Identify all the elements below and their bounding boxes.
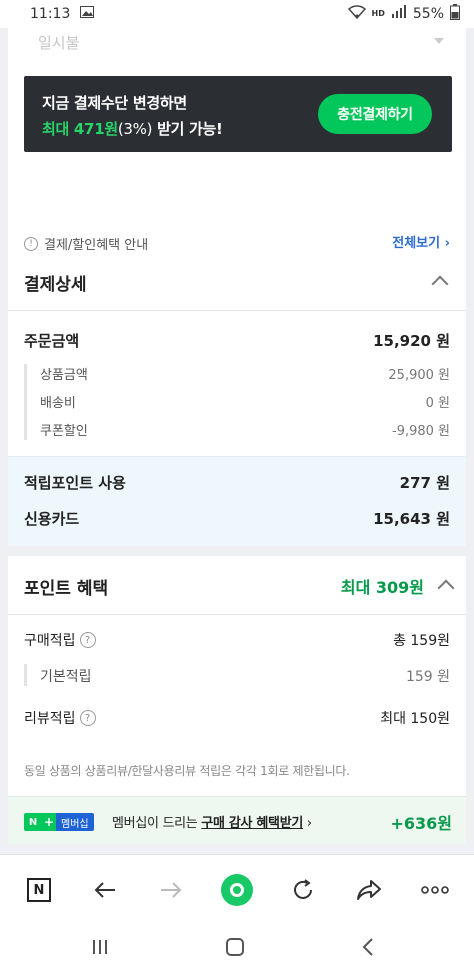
naver-n-badge: N [24,813,42,831]
payment-details-card: 결제상세 주문금액 15,920 원 상품금액 25,900 원 배송비 0 원… [8,252,466,546]
chevron-up-icon[interactable] [437,579,455,597]
max-benefit-value: 최대 309원 [340,578,424,597]
status-bar: 11:13 HD 55% [0,0,474,28]
basic-points-row: 기본적립 159 원 [24,666,450,686]
divider [8,310,466,311]
home-icon [226,938,244,956]
point-benefit-card: 포인트 혜택 최대 309원 구매적립? 총 159원 기본적립 159 원 리… [8,556,466,796]
promo-line-2: 최대 471원(3%) 받기 가능! [42,118,223,139]
coupon-discount-value: -9,980 원 [392,424,450,439]
wifi-icon [347,5,366,23]
credit-card-value: 15,643 원 [373,510,450,528]
nav-back-button[interactable] [360,937,376,961]
help-icon[interactable]: ? [79,710,96,726]
product-amount-label: 상품금액 [40,368,88,383]
promo-line-2-rest: 받기 가능! [152,120,223,138]
share-icon [357,880,381,900]
basic-points-label: 기본적립 [40,669,92,685]
battery-percent: 55% [412,6,444,22]
hd-voice-indicator: HD [371,9,385,18]
installment-select[interactable]: 일시불 [24,28,450,64]
recent-apps-icon [93,940,107,954]
order-amount-value: 15,920 원 [373,332,450,350]
share-button[interactable] [354,875,384,905]
installment-select-value: 일시불 [38,34,80,52]
point-benefit-title: 포인트 혜택 [24,579,109,599]
points-used-label: 적립포인트 사용 [24,474,126,492]
recent-apps-button[interactable] [90,938,110,960]
more-button[interactable] [420,875,450,905]
order-amount-label: 주문금액 [24,332,80,350]
membership-text-prefix: 멤버십이 드리는 [112,816,202,831]
chevron-up-icon[interactable] [431,275,449,293]
payment-details-title: 결제상세 [24,275,87,295]
back-nav-icon [362,938,373,956]
naver-home-button[interactable]: N [24,875,54,905]
forward-arrow-icon [161,882,182,898]
basic-points-value: 159 원 [405,669,450,685]
membership-banner[interactable]: N + 멤버십 멤버십이 드리는 구매 감사 혜택받기 › +636원 [8,796,466,844]
credit-card-row: 신용카드 15,643 원 [24,508,450,529]
naver-n-icon: N [27,878,51,902]
shipping-fee-value: 0 원 [425,396,450,411]
green-dot-icon [221,874,253,906]
promo-banner: 지금 결제수단 변경하면 최대 471원(3%) 받기 가능! 충전결제하기 [24,76,452,152]
purchase-points-row: 구매적립? 총 159원 [24,630,450,650]
credit-card-label: 신용카드 [24,510,80,528]
plus-badge: + [42,813,56,831]
help-icon[interactable]: ? [79,632,96,648]
review-limit-notice: 동일 상품의 상품리뷰/한달사용리뷰 적립은 각각 1회로 제한됩니다. [24,764,350,778]
payment-method-card: 일시불 지금 결제수단 변경하면 최대 471원(3%) 받기 가능! 충전결제… [8,28,466,270]
more-icon [421,886,449,894]
product-amount-value: 25,900 원 [388,368,450,383]
chevron-down-icon [434,38,444,44]
home-button[interactable] [225,937,245,961]
promo-max-amount: 최대 471원 [42,120,118,138]
browser-toolbar: N [0,854,474,924]
divider [8,614,466,615]
page-content[interactable]: 일시불 지금 결제수단 변경하면 최대 471원(3%) 받기 가능! 충전결제… [0,28,474,854]
payment-summary-band [8,456,466,546]
chevron-right-icon: › [303,816,312,831]
promo-line-1: 지금 결제수단 변경하면 [42,94,187,112]
gallery-icon [80,6,95,22]
back-button[interactable] [90,875,120,905]
purchase-points-value: 총 159원 [393,633,450,649]
naver-plus-membership-badge: N + 멤버십 [24,813,94,831]
membership-points: +636원 [390,814,452,833]
purchase-points-label: 구매적립 [24,633,76,649]
payment-benefit-notice[interactable]: ! 결제/할인혜택 안내 [24,234,148,253]
product-amount-row: 상품금액 25,900 원 [24,364,450,383]
refresh-button[interactable] [288,875,318,905]
charge-pay-button[interactable]: 충전결제하기 [318,94,432,134]
coupon-discount-label: 쿠폰할인 [40,424,88,439]
membership-text: 멤버십이 드리는 구매 감사 혜택받기 › [112,812,312,831]
signal-icon [391,5,407,23]
review-points-row: 리뷰적립? 최대 150원 [24,708,450,728]
view-all-link[interactable]: 전체보기 › [392,232,450,251]
status-time: 11:13 [30,6,71,22]
coupon-discount-row: 쿠폰할인 -9,980 원 [24,420,450,439]
info-icon: ! [24,236,38,251]
membership-badge-text: 멤버십 [56,813,94,831]
forward-button[interactable] [156,875,186,905]
payment-benefit-notice-text: 결제/할인혜택 안내 [44,238,149,253]
review-points-label: 리뷰적립 [24,711,76,727]
points-used-row: 적립포인트 사용 277 원 [24,472,450,493]
review-points-value: 최대 150원 [380,711,450,727]
refresh-icon [294,879,312,899]
promo-percent: (3%) [117,120,153,138]
system-nav-bar [0,924,474,974]
green-dot-button[interactable] [220,873,254,907]
chevron-right-icon: › [444,236,450,251]
view-all-label: 전체보기 [392,236,441,251]
points-used-value: 277 원 [399,474,450,492]
membership-link[interactable]: 구매 감사 혜택받기 [201,816,303,831]
back-arrow-icon [94,882,115,898]
shipping-fee-row: 배송비 0 원 [24,392,450,411]
battery-icon [450,4,460,24]
order-amount-row: 주문금액 15,920 원 [24,330,450,351]
shipping-fee-label: 배송비 [40,396,76,411]
